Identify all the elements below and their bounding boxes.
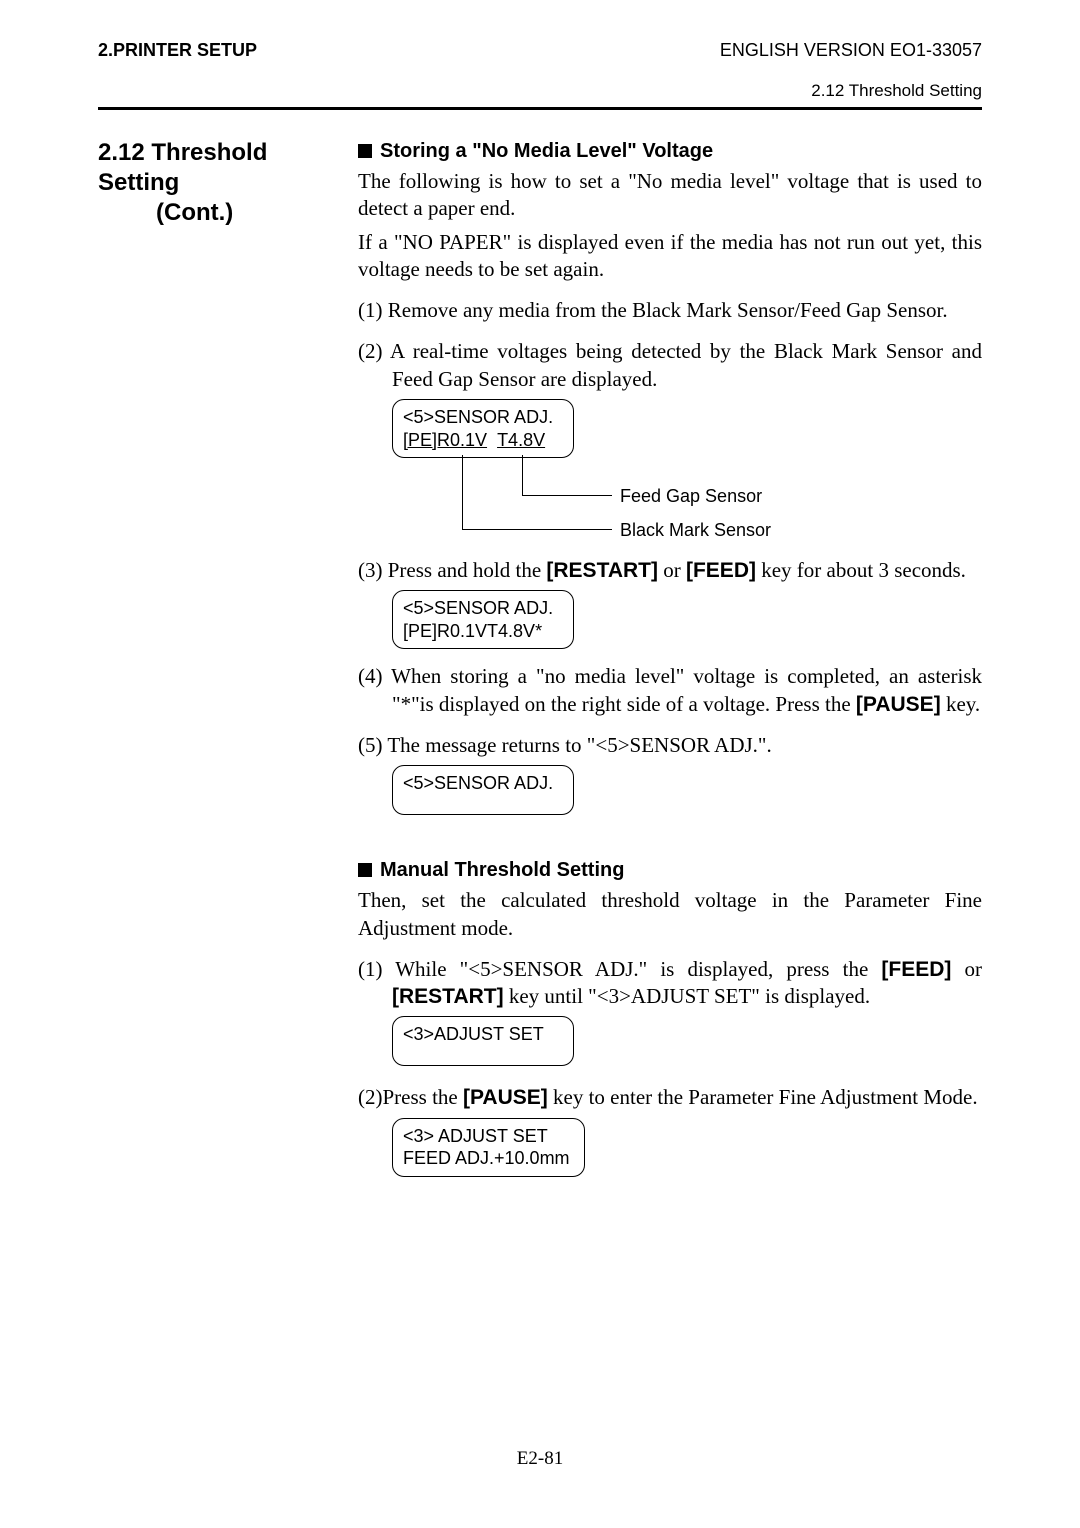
- header-right: ENGLISH VERSION EO1-33057: [720, 40, 982, 61]
- step-2b: (2)Press the [PAUSE] key to enter the Pa…: [358, 1084, 982, 1111]
- feed-gap-label: Feed Gap Sensor: [620, 485, 762, 508]
- section-cont: (Cont.): [98, 198, 348, 228]
- diagram-line: [462, 529, 612, 530]
- black-mark-label: Black Mark Sensor: [620, 519, 771, 542]
- square-bullet-icon: [358, 863, 372, 877]
- diagram-line: [522, 495, 612, 496]
- lcd-wrap: <3>ADJUST SET: [392, 1016, 982, 1066]
- header-sub: 2.12 Threshold Setting: [98, 81, 982, 101]
- heading-manual: Manual Threshold Setting: [358, 857, 982, 883]
- lcd-box: <5>SENSOR ADJ. [PE]R0.1V T4.8V: [392, 399, 574, 458]
- section-number: 2.12 Threshold Setting: [98, 138, 348, 198]
- lcd-wrap: <5>SENSOR ADJ.: [392, 765, 982, 815]
- diagram-line: [522, 455, 523, 495]
- square-bullet-icon: [358, 144, 372, 158]
- para: If a "NO PAPER" is displayed even if the…: [358, 229, 982, 284]
- step-5: (5) The message returns to "<5>SENSOR AD…: [358, 732, 982, 759]
- lcd-wrap: <5>SENSOR ADJ. [PE]R0.1VT4.8V*: [392, 590, 982, 649]
- lcd-box: <5>SENSOR ADJ. [PE]R0.1VT4.8V*: [392, 590, 574, 649]
- section-number-col: 2.12 Threshold Setting (Cont.): [98, 138, 358, 1177]
- sensor-diagram: <5>SENSOR ADJ. [PE]R0.1V T4.8V Feed Gap …: [392, 399, 982, 569]
- content-col: Storing a "No Media Level" Voltage The f…: [358, 138, 982, 1177]
- para: The following is how to set a "No media …: [358, 168, 982, 223]
- lcd-box: <3>ADJUST SET: [392, 1016, 574, 1066]
- step-4: (4) When storing a "no media level" volt…: [358, 663, 982, 718]
- page-number: E2-81: [0, 1448, 1080, 1470]
- step-1: (1) Remove any media from the Black Mark…: [358, 297, 982, 324]
- diagram-line: [462, 455, 463, 529]
- lcd-wrap: <3> ADJUST SET FEED ADJ.+10.0mm: [392, 1118, 982, 1177]
- heading-no-media: Storing a "No Media Level" Voltage: [358, 138, 982, 164]
- lcd-box: <5>SENSOR ADJ.: [392, 765, 574, 815]
- step-2: (2) A real-time voltages being detected …: [358, 338, 982, 393]
- header-rule: [98, 107, 982, 110]
- para: Then, set the calculated threshold volta…: [358, 887, 982, 942]
- step-1b: (1) While "<5>SENSOR ADJ." is displayed,…: [358, 956, 982, 1011]
- lcd-box: <3> ADJUST SET FEED ADJ.+10.0mm: [392, 1118, 585, 1177]
- header-left: 2.PRINTER SETUP: [98, 40, 257, 61]
